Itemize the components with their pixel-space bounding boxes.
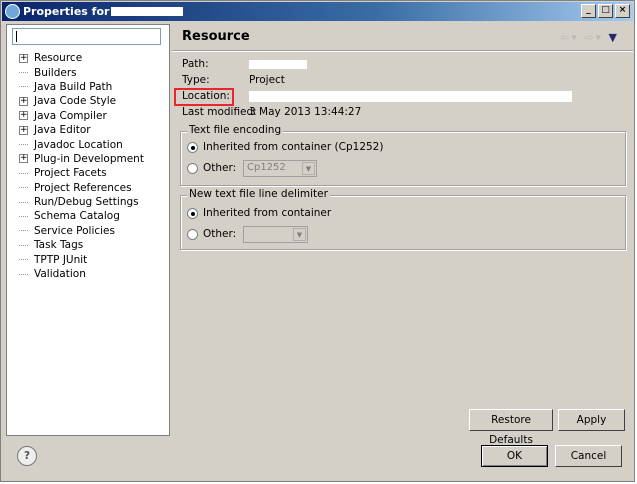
location-highlight-box (174, 88, 234, 106)
tree-item[interactable]: + Java Editor (19, 123, 144, 137)
view-menu-icon[interactable]: ▼ (609, 31, 619, 44)
chevron-down-icon: ▼ (302, 162, 315, 175)
tree-item[interactable]: Project References (19, 181, 144, 195)
tree-item-label: Java Code Style (34, 95, 117, 108)
text-encoding-group: Text file encoding Inherited from contai… (180, 124, 626, 186)
tree-connector (19, 172, 28, 174)
tree-item[interactable]: Schema Catalog (19, 209, 144, 223)
tree-item-label: Run/Debug Settings (34, 196, 139, 209)
tree-item-label: Schema Catalog (34, 210, 120, 223)
last-modified-label: Last modified: (182, 106, 257, 118)
tree-item[interactable]: + Java Code Style (19, 94, 144, 108)
back-arrow-icon[interactable]: ⇦ (560, 31, 571, 44)
line-delimiter-legend: New text file line delimiter (187, 188, 330, 200)
tree-item[interactable]: + Plug-in Development (19, 152, 144, 166)
separator (172, 50, 633, 52)
maximize-button[interactable]: □ (598, 4, 613, 18)
expand-icon[interactable]: + (19, 53, 28, 63)
tree-item-label: Java Editor (34, 124, 91, 137)
tree-item[interactable]: Java Build Path (19, 80, 144, 94)
page-navigation: ⇦▾ ⇨▾ ▼ (560, 31, 619, 44)
encoding-other-radio[interactable]: Other: (187, 162, 236, 174)
resource-page: Resource ⇦▾ ⇨▾ ▼ Path: Type: Project Loca… (172, 24, 633, 446)
cancel-button[interactable]: Cancel (555, 445, 622, 467)
tree-item[interactable]: Task Tags (19, 238, 144, 252)
delimiter-combo[interactable]: ▼ (243, 226, 308, 243)
tree-item-label: TPTP JUnit (34, 253, 88, 266)
forward-dropdown-icon[interactable]: ▾ (596, 31, 604, 44)
tree-item-label: Service Policies (34, 224, 115, 237)
restore-defaults-button[interactable]: Restore Defaults (469, 409, 553, 446)
tree-item-label: Task Tags (34, 239, 84, 252)
tree-item-label: Project References (34, 181, 132, 194)
filter-input[interactable] (12, 28, 161, 45)
tree-item-label: Javadoc Location (34, 138, 123, 151)
expand-icon[interactable]: + (19, 96, 28, 106)
redacted-project-name (111, 7, 184, 16)
tree-item-label: Project Facets (34, 167, 107, 180)
encoding-inherited-radio[interactable]: Inherited from container (Cp1252) (187, 141, 383, 153)
forward-arrow-icon[interactable]: ⇨ (584, 31, 595, 44)
text-encoding-legend: Text file encoding (187, 124, 284, 136)
expand-icon[interactable]: + (19, 154, 28, 164)
tree-connector (19, 259, 28, 261)
tree-item[interactable]: Run/Debug Settings (19, 195, 144, 209)
type-label: Type: (182, 74, 210, 86)
tree-item[interactable]: + Java Compiler (19, 109, 144, 123)
delimiter-inherited-radio[interactable]: Inherited from container (187, 207, 331, 219)
back-dropdown-icon[interactable]: ▾ (571, 31, 579, 44)
tree-connector (19, 244, 28, 246)
help-icon[interactable]: ? (17, 446, 37, 466)
expand-icon[interactable]: + (19, 125, 28, 135)
tree-item[interactable]: Validation (19, 267, 144, 281)
tree-item[interactable]: Builders (19, 65, 144, 79)
ok-button[interactable]: OK (481, 445, 548, 467)
tree-connector (19, 201, 28, 203)
chevron-down-icon: ▼ (293, 228, 306, 241)
window-title: Properties for (23, 5, 110, 18)
apply-button[interactable]: Apply (558, 409, 625, 431)
tree-connector (19, 86, 28, 88)
property-tree: + Resource Builders Java Build Path + Java Co… (19, 51, 144, 281)
location-value-redacted (249, 91, 572, 102)
tree-item[interactable]: Service Policies (19, 224, 144, 238)
navigation-panel: + Resource Builders Java Build Path + Java Co… (6, 24, 170, 436)
tree-item-label: Plug-in Development (34, 152, 144, 165)
tree-item-label: Java Build Path (34, 80, 113, 93)
tree-item[interactable]: Project Facets (19, 166, 144, 180)
tree-item[interactable]: + Resource (19, 51, 144, 65)
expand-icon[interactable]: + (19, 111, 28, 121)
close-button[interactable]: × (615, 4, 630, 18)
tree-connector (19, 187, 28, 189)
tree-item[interactable]: TPTP JUnit (19, 252, 144, 266)
type-value: Project (249, 74, 285, 86)
tree-item-label: Validation (34, 268, 86, 281)
last-modified-value: 3 May 2013 13:44:27 (249, 106, 362, 118)
tree-item-label: Java Compiler (34, 109, 107, 122)
tree-connector (19, 230, 28, 232)
delimiter-other-radio[interactable]: Other: (187, 228, 236, 240)
tree-connector (19, 273, 28, 275)
title-bar: Properties for _ □ × (2, 2, 633, 21)
minimize-button[interactable]: _ (581, 4, 596, 18)
tree-item[interactable]: Javadoc Location (19, 137, 144, 151)
path-label: Path: (182, 58, 209, 70)
app-icon (5, 4, 20, 19)
path-value-redacted (249, 60, 307, 69)
tree-connector (19, 144, 28, 146)
tree-connector (19, 215, 28, 217)
tree-connector (19, 72, 28, 74)
line-delimiter-group: New text file line delimiter Inherited f… (180, 188, 626, 250)
encoding-combo[interactable]: Cp1252 ▼ (243, 160, 317, 177)
page-title: Resource (182, 29, 250, 44)
properties-dialog: Properties for _ □ × + Resource Builders Ja… (0, 0, 635, 482)
tree-item-label: Builders (34, 66, 77, 79)
tree-item-label: Resource (34, 52, 83, 65)
